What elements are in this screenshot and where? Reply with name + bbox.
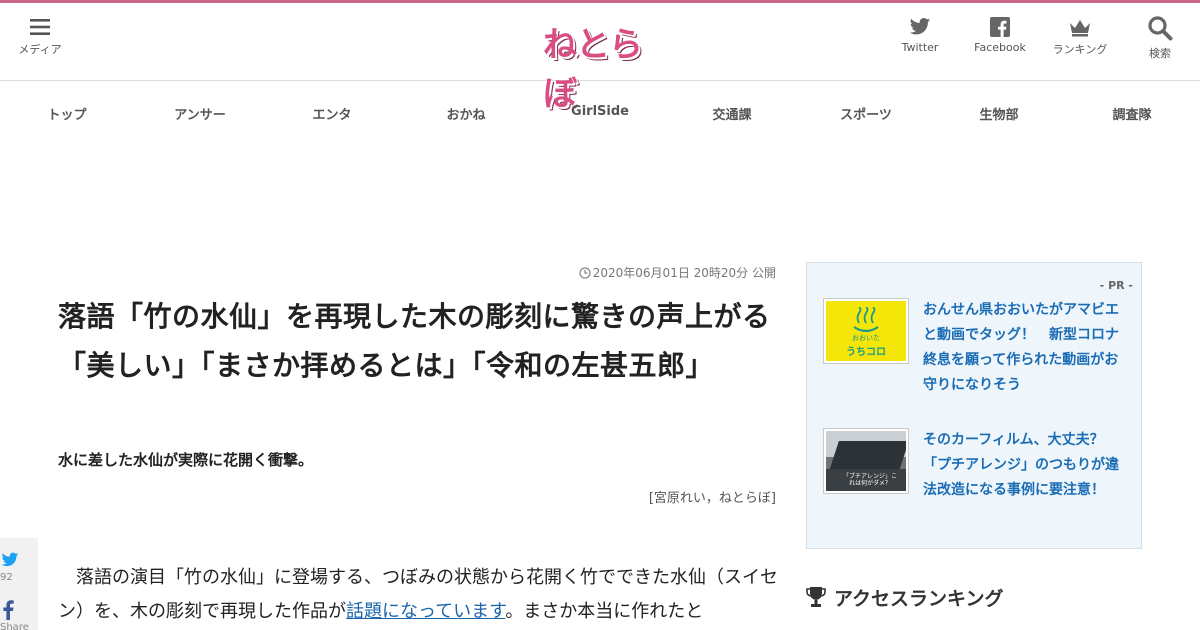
crown-icon [1070,20,1090,37]
nav-item-chousatai[interactable]: 調査隊 [1112,104,1151,123]
nav-item-answer[interactable]: アンサー [174,104,225,123]
share-sidebar: 92 Share [0,538,38,630]
article-body: 落語の演目「竹の水仙」に登場する、つぼみの状態から花開く竹でできた水仙（スイセン… [58,561,778,629]
search-icon [1148,16,1173,41]
pr-box: - PR - おおいた うちコロ おんせん県おおいたがアマビエと動画でタッグ！ … [806,262,1142,549]
search-button[interactable]: 検索 [1135,15,1185,61]
nav-item-enta[interactable]: エンタ [312,104,351,123]
pr-thumbnail-small: おおいた [852,334,880,342]
publish-time-text: 2020年06月01日 20時20分 公開 [592,266,776,280]
nav-item-okane[interactable]: おかね [446,104,485,123]
facebook-label: Facebook [974,41,1026,54]
article-byline: [宮原れい，ねとらぼ] [648,491,776,506]
access-ranking-heading: アクセスランキング [806,584,1003,611]
share-facebook-label: Share [0,622,29,630]
pr-item[interactable]: おおいた うちコロ おんせん県おおいたがアマビエと動画でタッグ！ 新型コロナ終息… [823,298,1128,393]
pr-thumbnail[interactable]: おおいた うちコロ [823,298,909,364]
nav-item-koutsuuka[interactable]: 交通課 [712,104,751,123]
clock-icon [579,267,591,279]
pr-thumbnail-caption: 「プチアレンジ」これは何がダメ？ [842,473,897,487]
site-header: メディア ねとらぼ Twitter Facebook ランキング 検索 [0,3,1200,114]
category-nav: トップ アンサー エンタ おかね GirlSide 交通課 スポーツ 生物部 調… [0,82,1200,140]
pr-item-title[interactable]: そのカーフィルム、大丈夫？「プチアレンジ」のつもりが違法改造になる事例に要注意！ [923,428,1128,503]
share-twitter-icon[interactable] [1,552,19,568]
twitter-label: Twitter [901,41,939,54]
access-ranking-heading-text: アクセスランキング [834,588,1004,610]
media-menu-label: メディア [18,43,62,56]
media-menu-button[interactable]: メディア [14,17,66,57]
ranking-label: ランキング [1052,43,1108,56]
pr-thumbnail-image: 「プチアレンジ」これは何がダメ？ [826,431,906,491]
share-twitter-count: 92 [0,572,13,583]
article-body-link[interactable]: 話題になっています [346,601,505,622]
share-facebook-icon[interactable] [2,600,14,620]
pr-thumbnail-image: おおいた うちコロ [826,301,906,361]
onsen-mark-icon [853,307,879,333]
site-logo[interactable]: ねとらぼ [543,17,657,114]
publish-time: 2020年06月01日 20時20分 公開 [578,264,776,281]
article-body-text-cont: 。まさか本当に作れたと [505,601,704,622]
article-subtitle: 水に差した水仙が実際に花開く衝撃。 [58,451,314,469]
pr-thumbnail[interactable]: 「プチアレンジ」これは何がダメ？ [823,428,909,494]
facebook-button[interactable]: Facebook [970,17,1030,54]
ranking-button[interactable]: ランキング [1045,17,1115,57]
nav-item-girlside[interactable]: GirlSide [571,104,629,119]
nav-item-top[interactable]: トップ [47,104,86,123]
pr-item[interactable]: 「プチアレンジ」これは何がダメ？ そのカーフィルム、大丈夫？「プチアレンジ」のつ… [823,428,1128,508]
pr-thumbnail-caption: うちコロ [846,347,886,358]
pr-label: - PR - [1099,279,1133,292]
search-label: 検索 [1149,47,1171,60]
hamburger-icon [30,19,50,35]
trophy-icon [806,587,826,607]
nav-item-sports[interactable]: スポーツ [840,104,892,123]
pr-item-title[interactable]: おんせん県おおいたがアマビエと動画でタッグ！ 新型コロナ終息を願って作られた動画… [923,298,1128,398]
twitter-button[interactable]: Twitter [895,17,945,54]
facebook-icon [990,17,1010,37]
twitter-icon [909,18,931,35]
nav-item-seibutsubu[interactable]: 生物部 [979,104,1018,123]
article-title: 落語「竹の水仙」を再現した木の彫刻に驚きの声上がる 「美しい」「まさか拝めるとは… [58,300,800,382]
